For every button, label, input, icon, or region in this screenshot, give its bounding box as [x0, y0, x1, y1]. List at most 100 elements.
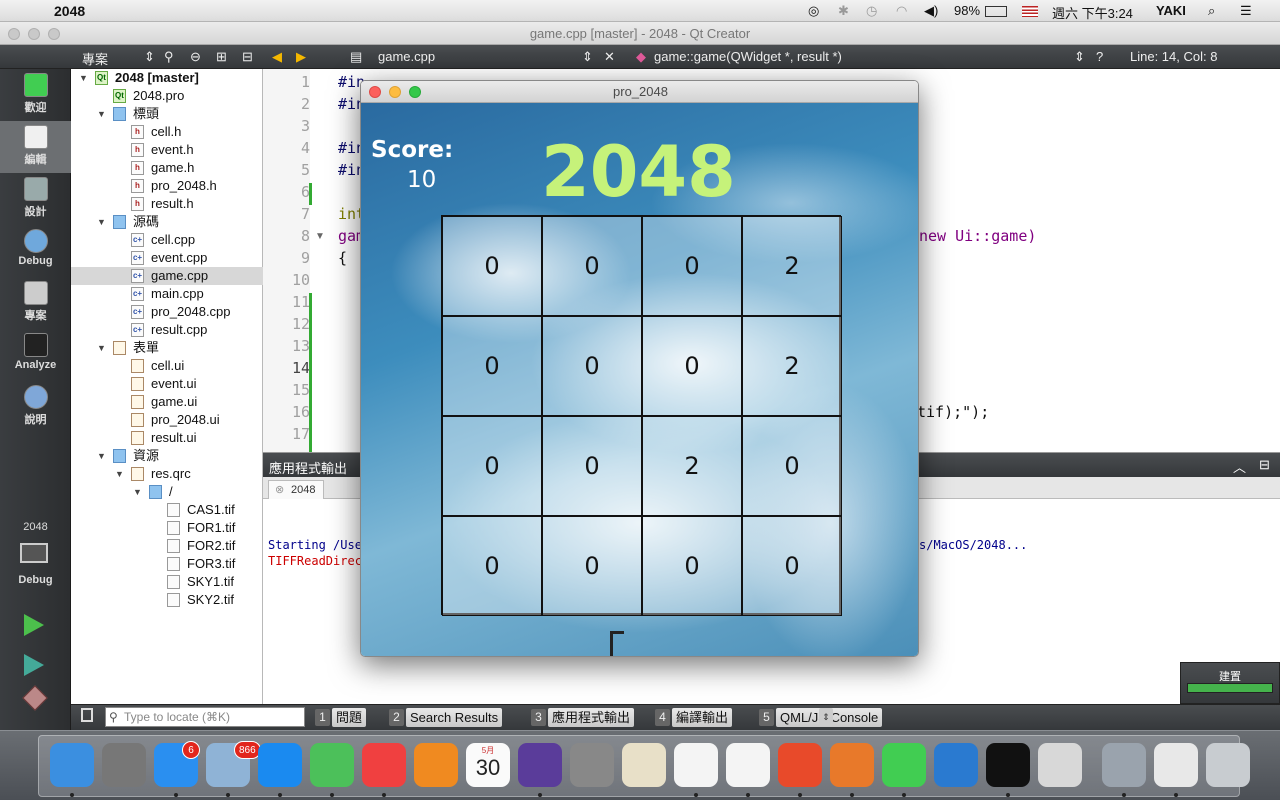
- close-panel-icon[interactable]: ⊟: [242, 49, 253, 65]
- facetime-icon[interactable]: [310, 743, 354, 787]
- finder-icon[interactable]: [50, 743, 94, 787]
- itunes-icon[interactable]: [362, 743, 406, 787]
- mode-analyze-chart[interactable]: Analyze: [0, 329, 71, 381]
- ibooks-icon[interactable]: [414, 743, 458, 787]
- finder-window-icon[interactable]: [1154, 743, 1198, 787]
- close-document-icon[interactable]: ✕: [604, 49, 615, 65]
- expand-arrow-icon[interactable]: ▼: [97, 105, 106, 123]
- expand-arrow-icon[interactable]: ▼: [133, 483, 142, 501]
- open-document-selector[interactable]: game.cpp: [378, 49, 435, 64]
- tree-item[interactable]: ▼ Qt 2048 [master]: [71, 69, 263, 87]
- symbol-list-arrows-icon[interactable]: ⇕: [1074, 49, 1085, 65]
- tree-item[interactable]: CAS1.tif: [71, 501, 263, 519]
- debug-run-icon[interactable]: [24, 654, 44, 676]
- tree-item[interactable]: ▼ res.qrc: [71, 465, 263, 483]
- tree-item[interactable]: h pro_2048.h: [71, 177, 263, 195]
- tree-item[interactable]: h game.h: [71, 159, 263, 177]
- safari-icon[interactable]: [258, 743, 302, 787]
- tree-item[interactable]: ▼ 標頭: [71, 105, 263, 123]
- build-hammer-icon[interactable]: [22, 685, 48, 711]
- mode-projects-wrench[interactable]: 專案: [0, 277, 71, 329]
- tree-item[interactable]: SKY1.tif: [71, 573, 263, 591]
- tree-item[interactable]: FOR3.tif: [71, 555, 263, 573]
- battery-icon[interactable]: [985, 6, 1007, 17]
- expand-arrow-icon[interactable]: ▼: [115, 465, 124, 483]
- notification-center-icon[interactable]: ☰: [1240, 3, 1252, 19]
- back-arrow-icon[interactable]: ◀: [272, 49, 282, 65]
- user-name[interactable]: YAKI: [1156, 3, 1186, 18]
- matlab-icon[interactable]: [830, 743, 874, 787]
- tree-item[interactable]: c+ game.cpp: [71, 267, 263, 285]
- app-menu-name[interactable]: 2048: [54, 3, 85, 19]
- mode-qt-welcome[interactable]: 歡迎: [0, 69, 71, 121]
- run-icon[interactable]: [24, 614, 44, 636]
- tree-item[interactable]: c+ event.cpp: [71, 249, 263, 267]
- toggle-sidebar-icon[interactable]: [81, 708, 93, 722]
- mode-design-tools[interactable]: 設計: [0, 173, 71, 225]
- wifi-icon[interactable]: ◠: [896, 3, 907, 19]
- split-icon[interactable]: ⊞: [216, 49, 227, 65]
- game-board[interactable]: 0002000200200000: [441, 215, 842, 616]
- xcode-icon[interactable]: [1038, 743, 1082, 787]
- pane-button[interactable]: Search Results: [406, 708, 503, 727]
- kit-selector-laptop-icon[interactable]: [20, 543, 48, 563]
- launchpad-icon[interactable]: [102, 743, 146, 787]
- tree-item[interactable]: SKY2.tif: [71, 591, 263, 609]
- bluetooth-icon[interactable]: ✱: [838, 3, 849, 19]
- tree-item[interactable]: ▼ 源碼: [71, 213, 263, 231]
- trash-icon[interactable]: [1206, 743, 1250, 787]
- tree-item[interactable]: h event.h: [71, 141, 263, 159]
- time-machine-icon[interactable]: ◷: [866, 3, 877, 19]
- document-list-arrows-icon[interactable]: ⇕: [582, 49, 593, 65]
- tree-item[interactable]: cell.ui: [71, 357, 263, 375]
- tree-item[interactable]: ▼ 表單: [71, 339, 263, 357]
- panel-selector-arrows-icon[interactable]: ⇕: [144, 49, 155, 65]
- expand-arrow-icon[interactable]: ▼: [97, 447, 106, 465]
- mode-help-question[interactable]: 說明: [0, 381, 71, 433]
- status-app-icon[interactable]: ◎: [808, 3, 819, 19]
- tree-item[interactable]: h result.h: [71, 195, 263, 213]
- qt-creator-icon[interactable]: [882, 743, 926, 787]
- photos-icon[interactable]: [674, 743, 718, 787]
- pane-button[interactable]: 應用程式輸出: [548, 708, 635, 727]
- us-flag-input-icon[interactable]: [1022, 6, 1038, 17]
- tree-item[interactable]: ▼ /: [71, 483, 263, 501]
- tree-item[interactable]: c+ cell.cpp: [71, 231, 263, 249]
- expand-arrow-icon[interactable]: ▼: [97, 339, 106, 357]
- forward-arrow-icon[interactable]: ▶: [296, 49, 306, 65]
- powerpoint-icon[interactable]: [778, 743, 822, 787]
- tree-item[interactable]: FOR2.tif: [71, 537, 263, 555]
- collapse-pane-icon[interactable]: ︿: [1233, 457, 1246, 476]
- more-panes-arrows-icon[interactable]: ⇕: [819, 708, 833, 726]
- filter-icon[interactable]: ⚲: [164, 49, 174, 65]
- terminal-icon[interactable]: [986, 743, 1030, 787]
- tree-item[interactable]: pro_2048.ui: [71, 411, 263, 429]
- tree-item[interactable]: c+ result.cpp: [71, 321, 263, 339]
- expand-arrow-icon[interactable]: ▼: [97, 213, 106, 231]
- close-pane-icon[interactable]: ⊟: [1259, 457, 1270, 473]
- symbol-selector[interactable]: game::game(QWidget *, result *): [654, 49, 842, 64]
- expand-arrow-icon[interactable]: ▼: [79, 69, 88, 87]
- clock[interactable]: 週六 下午3:24: [1052, 3, 1133, 22]
- help-icon[interactable]: [1102, 743, 1146, 787]
- mode-debug-bug[interactable]: Debug: [0, 225, 71, 277]
- link-icon[interactable]: ⊖: [190, 49, 201, 65]
- volume-icon[interactable]: ◀): [924, 3, 938, 19]
- tree-item[interactable]: c+ main.cpp: [71, 285, 263, 303]
- tree-item[interactable]: result.ui: [71, 429, 263, 447]
- tree-item[interactable]: event.ui: [71, 375, 263, 393]
- preview-icon[interactable]: [622, 743, 666, 787]
- tree-item[interactable]: h cell.h: [71, 123, 263, 141]
- instruments-icon[interactable]: [518, 743, 562, 787]
- pane-button[interactable]: 問題: [332, 708, 367, 727]
- tree-item[interactable]: FOR1.tif: [71, 519, 263, 537]
- help-circle-icon[interactable]: ?: [1096, 49, 1103, 64]
- acrobat-icon[interactable]: [726, 743, 770, 787]
- tree-item[interactable]: game.ui: [71, 393, 263, 411]
- tree-item[interactable]: ▼ 資源: [71, 447, 263, 465]
- tree-item[interactable]: c+ pro_2048.cpp: [71, 303, 263, 321]
- tree-item[interactable]: Qt 2048.pro: [71, 87, 263, 105]
- fold-marker-icon[interactable]: ▼: [315, 231, 325, 242]
- mode-edit-document[interactable]: 編輯: [0, 121, 71, 173]
- panel-selector[interactable]: 專案: [82, 49, 108, 68]
